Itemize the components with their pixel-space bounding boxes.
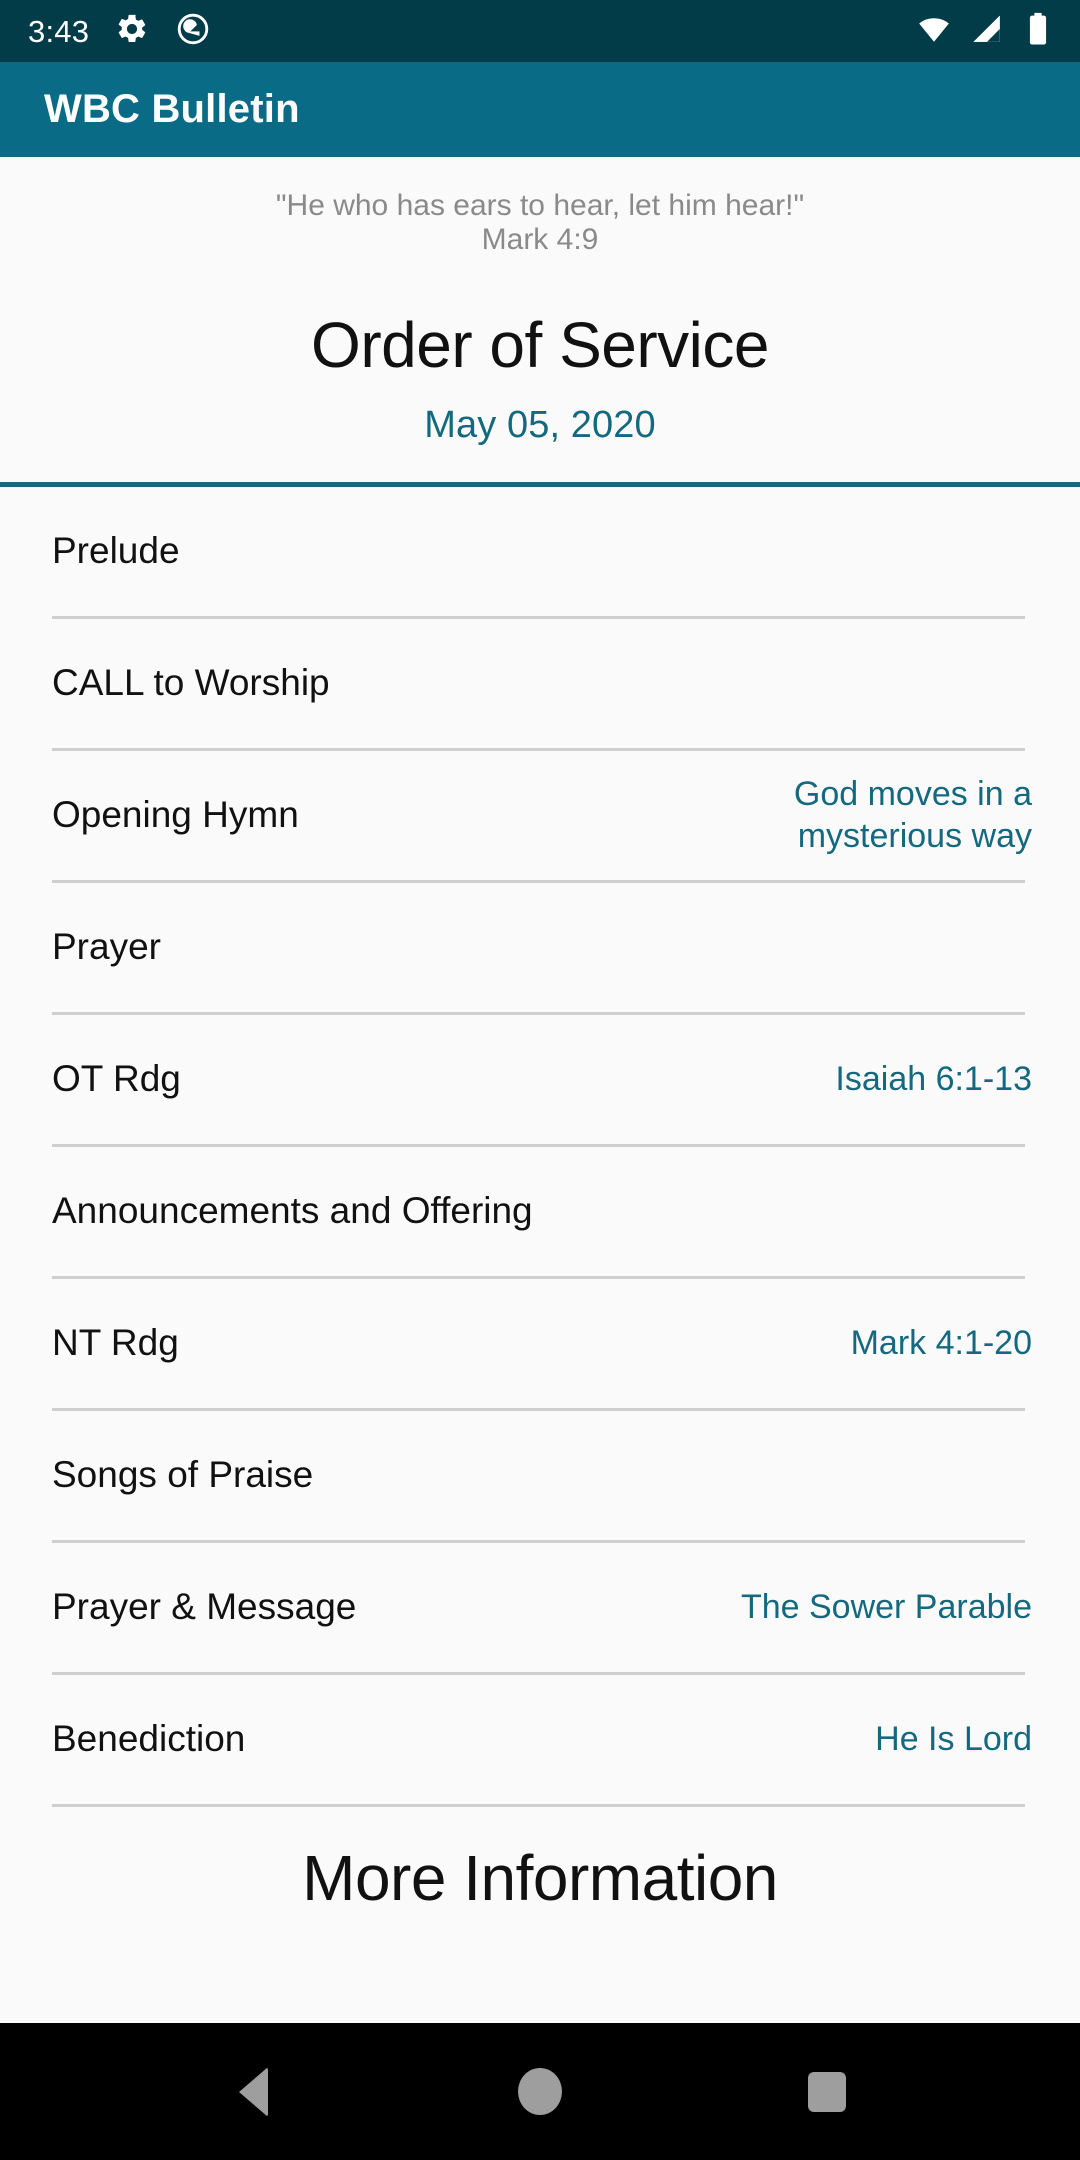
service-row-value: The Sower Parable bbox=[740, 1587, 1032, 1626]
service-row[interactable]: Songs of Praise bbox=[0, 1411, 1080, 1540]
service-row-label: NT Rdg bbox=[52, 1322, 179, 1364]
service-row-value: He Is Lord bbox=[875, 1719, 1032, 1758]
nav-recents-button[interactable] bbox=[772, 2037, 882, 2147]
service-row[interactable]: Opening Hymn God moves in a mysterious wa… bbox=[0, 751, 1080, 880]
verse-block: "He who has ears to hear, let him hear!"… bbox=[0, 157, 1080, 256]
more-information-title: More Information bbox=[302, 1842, 778, 1915]
service-row-label: Songs of Praise bbox=[52, 1454, 314, 1496]
service-row-label: OT Rdg bbox=[52, 1058, 181, 1100]
nav-home-button[interactable] bbox=[485, 2037, 595, 2147]
service-row-label: Prayer & Message bbox=[52, 1586, 357, 1628]
page-title: Order of Service bbox=[311, 309, 769, 382]
service-row[interactable]: NT Rdg Mark 4:1-20 bbox=[0, 1279, 1080, 1408]
service-row[interactable]: CALL to Worship bbox=[0, 619, 1080, 748]
status-bar-left-group: 3:43 bbox=[28, 11, 211, 52]
scroll-content[interactable]: "He who has ears to hear, let him hear!"… bbox=[0, 157, 1080, 2023]
service-row-value: God moves in a mysterious way bbox=[793, 775, 1032, 855]
app-bar-title: WBC Bulletin bbox=[44, 87, 300, 131]
verse-text: "He who has ears to hear, let him hear!" bbox=[275, 189, 805, 222]
service-row-value: Isaiah 6:1-13 bbox=[835, 1059, 1032, 1098]
app-bar: WBC Bulletin bbox=[0, 62, 1080, 157]
service-row-label: Opening Hymn bbox=[52, 794, 299, 836]
service-row-label: Prayer bbox=[52, 926, 161, 968]
service-row[interactable]: Prayer bbox=[0, 883, 1080, 1012]
service-row[interactable]: Prelude bbox=[0, 487, 1080, 616]
service-row-label: CALL to Worship bbox=[52, 662, 330, 704]
recents-square-icon bbox=[807, 2071, 846, 2112]
back-triangle-icon bbox=[238, 2066, 268, 2117]
service-row[interactable]: Prayer & Message The Sower Parable bbox=[0, 1543, 1080, 1672]
home-circle-icon bbox=[517, 2068, 562, 2115]
nav-back-button[interactable] bbox=[198, 2037, 308, 2147]
wifi-icon bbox=[916, 11, 952, 52]
status-bar: 3:43 bbox=[0, 0, 1080, 62]
battery-icon bbox=[1022, 12, 1054, 51]
status-clock: 3:43 bbox=[28, 13, 90, 49]
cell-signal-icon bbox=[969, 11, 1005, 52]
service-order-list: Prelude CALL to Worship Opening Hymn God mo… bbox=[0, 487, 1080, 1808]
row-divider bbox=[52, 1804, 1025, 1808]
service-row-label: Prelude bbox=[52, 530, 180, 572]
gear-icon bbox=[115, 12, 149, 51]
service-date: May 05, 2020 bbox=[424, 404, 656, 447]
service-row[interactable]: Benediction He Is Lord bbox=[0, 1675, 1080, 1804]
service-row-label: Announcements and Offering bbox=[52, 1190, 533, 1232]
service-row-value: Mark 4:1-20 bbox=[850, 1323, 1032, 1362]
status-bar-right-group bbox=[916, 11, 1054, 52]
verse-reference: Mark 4:9 bbox=[481, 222, 599, 256]
android-navigation-bar bbox=[0, 2023, 1080, 2160]
android-q-icon bbox=[175, 11, 211, 52]
service-row[interactable]: Announcements and Offering bbox=[0, 1147, 1080, 1276]
service-row[interactable]: OT Rdg Isaiah 6:1-13 bbox=[0, 1015, 1080, 1144]
service-row-label: Benediction bbox=[52, 1718, 246, 1760]
phone-screen: 3:43 WBC Bulletin "He who has ears to he… bbox=[0, 0, 1080, 2160]
